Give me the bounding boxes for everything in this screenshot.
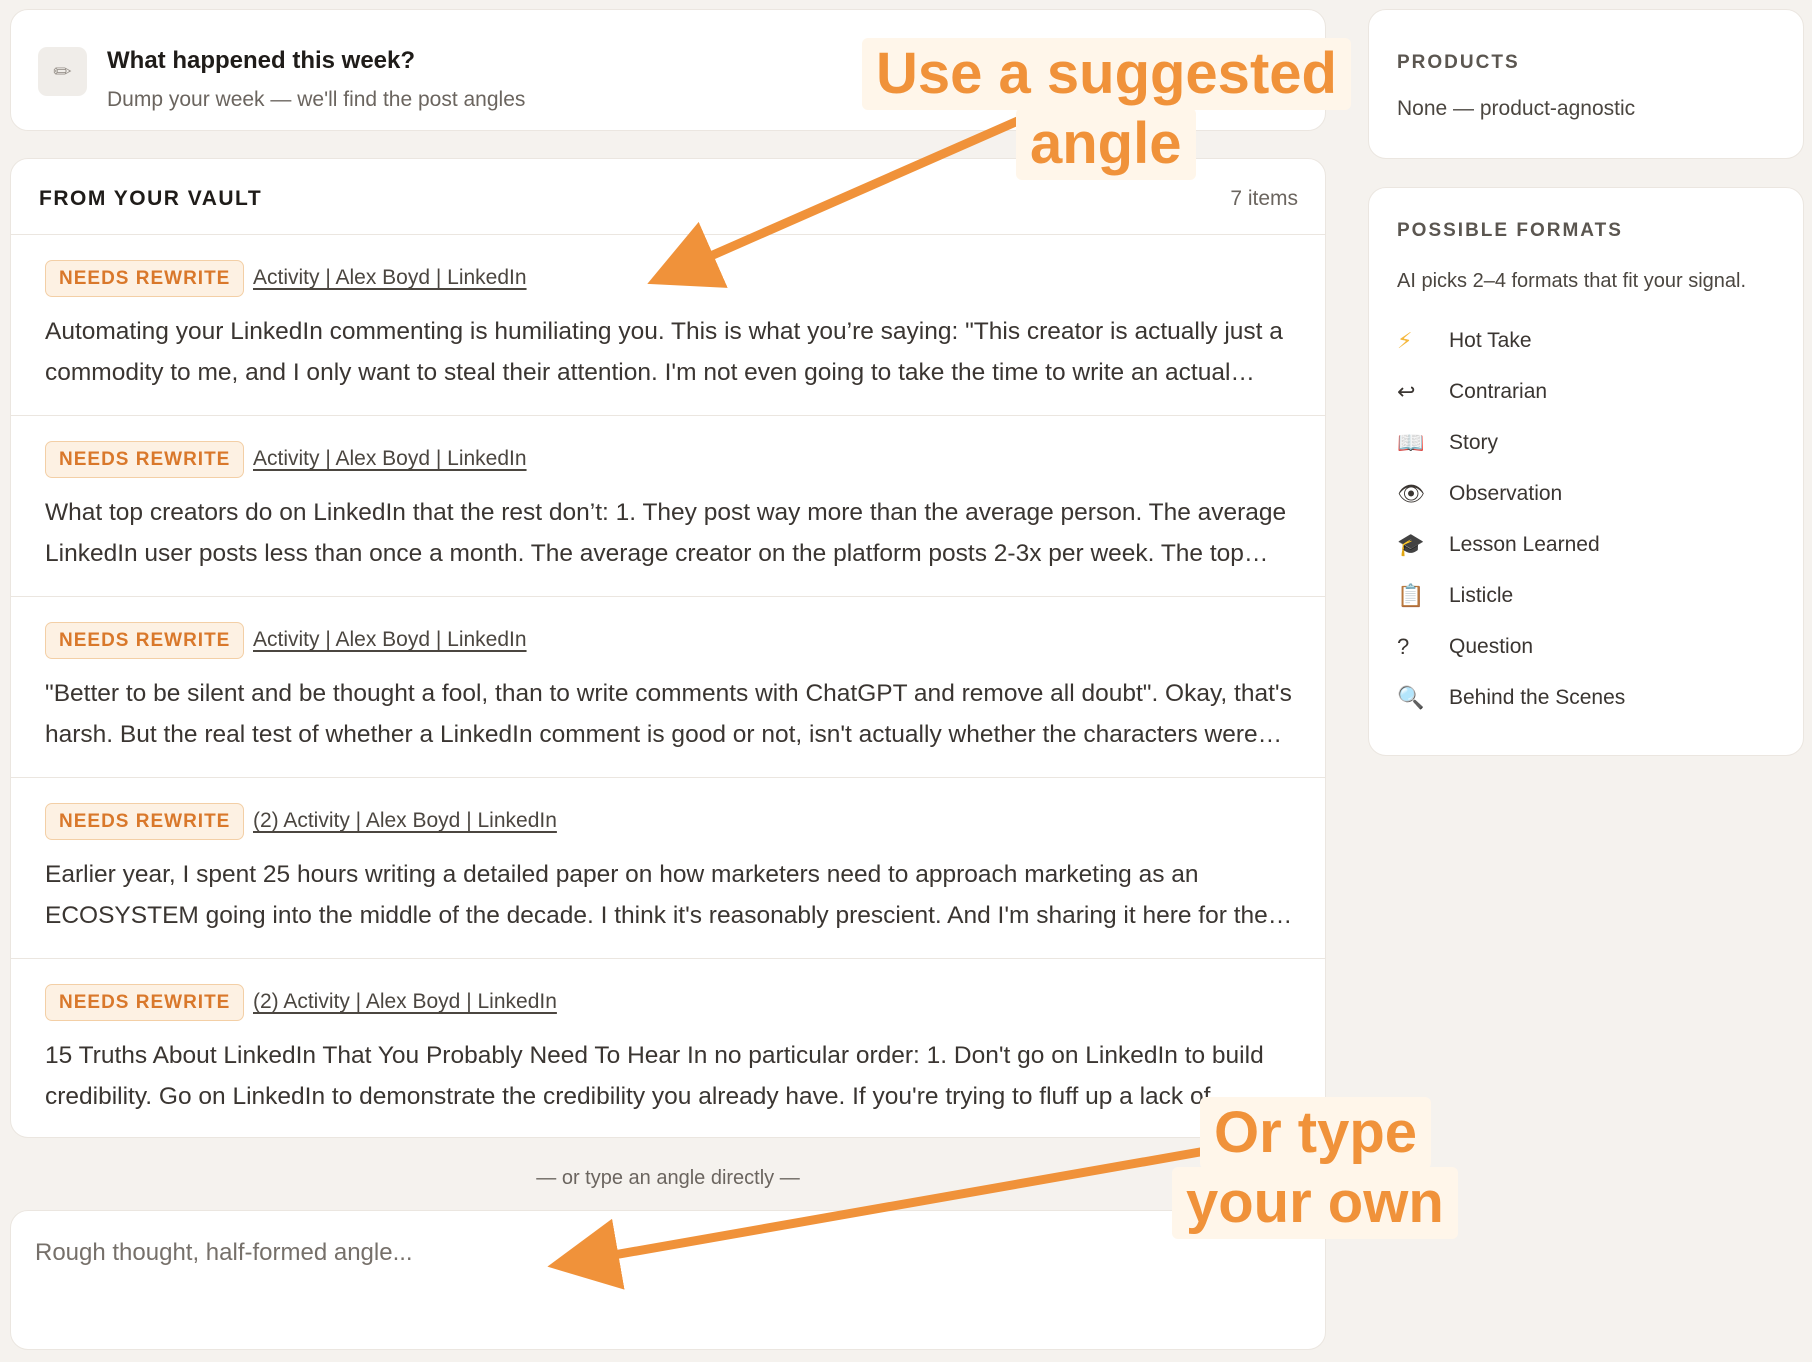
callout-your-own: your own <box>1172 1167 1458 1239</box>
callout-1-line2: angle <box>1030 111 1182 176</box>
callout-angle: angle <box>1016 108 1196 180</box>
callout-or-type: Or type <box>1200 1097 1432 1169</box>
callout-2-line2: your own <box>1186 1170 1444 1235</box>
callout-2-line1: Or type <box>1214 1100 1418 1165</box>
callout-use-suggested: Use a suggested <box>862 38 1351 110</box>
annotation-arrows <box>547 115 1205 1290</box>
callout-1-line1: Use a suggested <box>876 41 1337 106</box>
arrow-to-angle-input <box>547 1147 1205 1290</box>
arrow-to-vault-item <box>647 115 1025 288</box>
